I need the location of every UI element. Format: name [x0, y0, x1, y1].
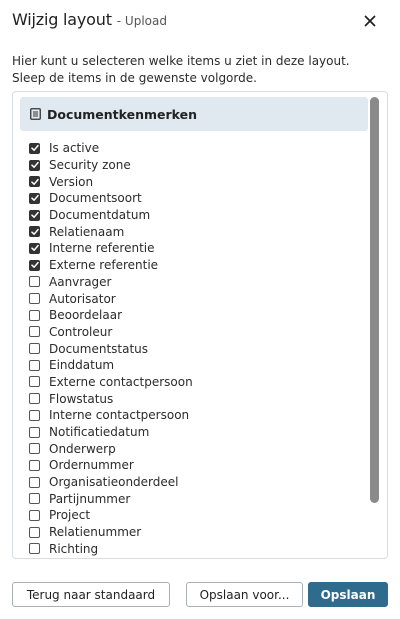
item-checkbox[interactable]: [29, 159, 40, 171]
list-item[interactable]: Documentsoort: [29, 190, 359, 207]
check-icon: [30, 195, 39, 202]
item-checkbox[interactable]: [29, 393, 40, 405]
item-label: Documentstatus: [49, 341, 149, 356]
item-label: Documentsoort: [49, 191, 142, 206]
item-label: Controleur: [49, 324, 113, 339]
item-label: Organisatieonderdeel: [49, 475, 179, 490]
dialog-title: Wijzig layout: [12, 10, 112, 29]
item-label: Interne referentie: [49, 241, 155, 256]
item-label: Ordernummer: [49, 458, 134, 473]
item-label: Relatienummer: [49, 525, 142, 540]
item-checkbox[interactable]: [29, 293, 40, 305]
save-button[interactable]: Opslaan: [308, 582, 388, 607]
list-item[interactable]: Interne referentie: [29, 240, 359, 257]
list-item[interactable]: Partijnummer: [29, 490, 359, 507]
item-checkbox[interactable]: [29, 426, 40, 438]
item-checkbox[interactable]: [29, 459, 40, 471]
dialog-subtitle: - Upload: [116, 14, 167, 28]
intro-text: Hier kunt u selecteren welke items u zie…: [12, 54, 350, 85]
dialog-header: Wijzig layout - Upload: [12, 10, 388, 34]
list-item[interactable]: Richting: [29, 541, 359, 558]
item-label: Is active: [49, 141, 100, 156]
item-checkbox[interactable]: [29, 409, 40, 421]
list-item[interactable]: Interne contactpersoon: [29, 407, 359, 424]
item-label: Project: [49, 508, 91, 523]
item-checkbox[interactable]: [29, 493, 40, 505]
item-label: Richting: [49, 541, 99, 556]
list-item[interactable]: Organisatieonderdeel: [29, 474, 359, 491]
item-checkbox[interactable]: [29, 376, 40, 388]
item-label: Beoordelaar: [49, 308, 122, 323]
layout-item-list: Is active Security zone Version Documentsoo…: [29, 140, 359, 557]
check-icon: [30, 262, 39, 269]
check-icon: [30, 161, 39, 168]
item-checkbox[interactable]: [29, 242, 40, 254]
list-item[interactable]: Documentstatus: [29, 340, 359, 357]
item-checkbox[interactable]: [29, 326, 40, 338]
item-label: Relatienaam: [49, 224, 125, 239]
item-checkbox[interactable]: [29, 543, 40, 555]
item-checkbox[interactable]: [29, 443, 40, 455]
list-item[interactable]: Beoordelaar: [29, 307, 359, 324]
item-label: Einddatum: [49, 358, 115, 373]
close-icon: [364, 15, 376, 27]
check-icon: [30, 145, 39, 152]
item-label: Security zone: [49, 158, 131, 173]
item-label: Flowstatus: [49, 391, 114, 406]
item-checkbox[interactable]: [29, 209, 40, 221]
list-item[interactable]: Externe referentie: [29, 257, 359, 274]
check-icon: [30, 211, 39, 219]
item-label: Documentdatum: [49, 208, 151, 223]
item-checkbox[interactable]: [29, 192, 40, 204]
section-title: Documentkenmerken: [47, 106, 198, 122]
reset-default-button[interactable]: Terug naar standaard: [12, 582, 170, 607]
item-label: Externe referentie: [49, 258, 159, 273]
item-checkbox[interactable]: [29, 142, 40, 154]
document-icon: [30, 108, 41, 120]
list-item[interactable]: Flowstatus: [29, 390, 359, 407]
check-icon: [30, 245, 39, 252]
list-item[interactable]: Is active: [29, 140, 359, 157]
item-label: Version: [49, 174, 94, 189]
item-checkbox[interactable]: [29, 259, 40, 271]
list-item[interactable]: Relatienaam: [29, 223, 359, 240]
item-label: Onderwerp: [49, 441, 116, 456]
list-item[interactable]: Security zone: [29, 157, 359, 174]
list-item[interactable]: Aanvrager: [29, 274, 359, 291]
item-label: Notificatiedatum: [49, 425, 150, 440]
item-checkbox[interactable]: [29, 276, 40, 288]
list-item[interactable]: Einddatum: [29, 357, 359, 374]
list-item[interactable]: Autorisator: [29, 290, 359, 307]
check-icon: [30, 178, 39, 185]
dialog-footer: Terug naar standaard Opslaan voor... Ops…: [12, 582, 388, 607]
layout-items-panel: Documentkenmerken Is active Security zone…: [12, 91, 388, 559]
item-checkbox[interactable]: [29, 509, 40, 521]
section-header: Documentkenmerken: [20, 97, 368, 131]
list-item[interactable]: Notificatiedatum: [29, 424, 359, 441]
item-checkbox[interactable]: [29, 176, 40, 188]
item-label: Externe contactpersoon: [49, 374, 193, 389]
item-label: Interne contactpersoon: [49, 408, 190, 423]
close-button[interactable]: [364, 12, 380, 28]
item-checkbox[interactable]: [29, 309, 40, 321]
item-checkbox[interactable]: [29, 359, 40, 371]
item-checkbox[interactable]: [29, 476, 40, 488]
item-checkbox[interactable]: [29, 226, 40, 238]
list-item[interactable]: Onderwerp: [29, 440, 359, 457]
check-icon: [30, 228, 39, 235]
list-item[interactable]: Version: [29, 173, 359, 190]
item-label: Aanvrager: [49, 274, 112, 289]
list-item[interactable]: Ordernummer: [29, 457, 359, 474]
save-as-button[interactable]: Opslaan voor...: [186, 582, 303, 607]
scrollbar[interactable]: [370, 97, 379, 503]
item-label: Partijnummer: [49, 491, 131, 506]
item-checkbox[interactable]: [29, 343, 40, 355]
list-item[interactable]: Controleur: [29, 324, 359, 341]
list-item[interactable]: Documentdatum: [29, 207, 359, 224]
item-checkbox[interactable]: [29, 526, 40, 538]
list-item[interactable]: Relatienummer: [29, 524, 359, 541]
list-item[interactable]: Project: [29, 507, 359, 524]
item-label: Autorisator: [49, 291, 116, 306]
list-item[interactable]: Externe contactpersoon: [29, 374, 359, 391]
